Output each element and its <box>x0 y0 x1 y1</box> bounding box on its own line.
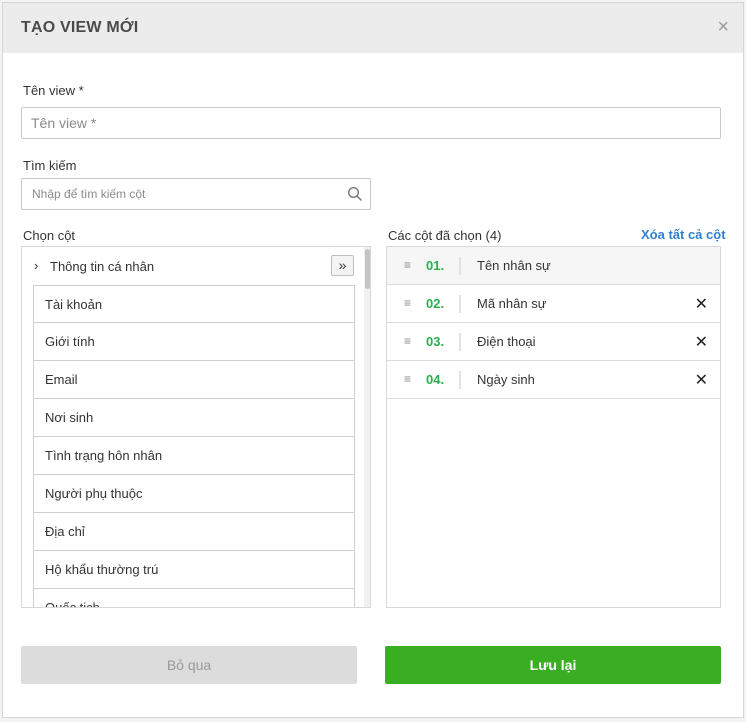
column-item[interactable]: Email <box>33 361 355 399</box>
scrollbar[interactable] <box>364 247 370 607</box>
available-columns-panel: › Thông tin cá nhân » Tài khoản Giới tín… <box>21 246 371 608</box>
choose-columns-label: Chọn cột <box>23 228 76 243</box>
column-item[interactable]: Người phụ thuộc <box>33 475 355 513</box>
add-all-button[interactable]: » <box>331 255 354 276</box>
selected-column-index: 04. <box>426 372 445 387</box>
modal-title: TẠO VIEW MỚI <box>21 19 139 36</box>
available-column-list: Tài khoản Giới tính Email Nơi sinh Tình … <box>33 285 355 607</box>
selected-column-index: 02. <box>426 296 445 311</box>
column-item[interactable]: Nơi sinh <box>33 399 355 437</box>
selected-column-label: Điện thoại <box>477 334 536 349</box>
selected-column-row[interactable]: ≡ 01. Tên nhân sự <box>387 247 720 285</box>
view-name-label: Tên view * <box>23 83 84 98</box>
column-item[interactable]: Tình trạng hôn nhân <box>33 437 355 475</box>
drag-handle-icon[interactable]: ≡ <box>404 297 411 310</box>
column-item[interactable]: Hộ khẩu thường trú <box>33 551 355 589</box>
scrollbar-thumb[interactable] <box>365 249 370 289</box>
selected-column-label: Tên nhân sự <box>477 258 551 273</box>
save-button[interactable]: Lưu lại <box>385 646 721 684</box>
drag-handle-icon[interactable]: ≡ <box>404 373 411 386</box>
group-label: Thông tin cá nhân <box>50 259 155 274</box>
divider <box>459 295 461 313</box>
selected-column-index: 01. <box>426 258 445 273</box>
search-label: Tìm kiếm <box>23 158 77 173</box>
divider <box>459 371 461 389</box>
selected-column-row[interactable]: ≡ 02. Mã nhân sự ✕ <box>387 285 720 323</box>
selected-columns-panel: ≡ 01. Tên nhân sự ≡ 02. Mã nhân sự ✕ ≡ 0… <box>386 246 721 608</box>
selected-column-label: Ngày sinh <box>477 372 535 387</box>
chevron-right-icon[interactable]: › <box>34 258 38 273</box>
selected-column-index: 03. <box>426 334 445 349</box>
column-item[interactable]: Giới tính <box>33 323 355 361</box>
view-name-input[interactable] <box>21 107 721 139</box>
remove-column-icon[interactable]: ✕ <box>695 332 708 352</box>
modal-header: TẠO VIEW MỚI × <box>3 3 743 53</box>
column-item[interactable]: Địa chỉ <box>33 513 355 551</box>
selected-column-row[interactable]: ≡ 03. Điện thoại ✕ <box>387 323 720 361</box>
drag-handle-icon[interactable]: ≡ <box>404 335 411 348</box>
remove-column-icon[interactable]: ✕ <box>695 294 708 314</box>
column-item[interactable]: Quốc tịch <box>33 589 355 607</box>
selected-columns-label: Các cột đã chọn (4) <box>388 228 502 243</box>
selected-column-label: Mã nhân sự <box>477 296 547 311</box>
search-input[interactable] <box>21 178 371 210</box>
group-header[interactable]: › Thông tin cá nhân » <box>22 247 362 285</box>
cancel-button[interactable]: Bỏ qua <box>21 646 357 684</box>
column-item[interactable]: Tài khoản <box>33 285 355 323</box>
close-icon[interactable]: × <box>717 15 729 39</box>
search-icon[interactable] <box>347 186 363 202</box>
drag-handle-icon[interactable]: ≡ <box>404 259 411 272</box>
remove-column-icon[interactable]: ✕ <box>695 370 708 390</box>
divider <box>459 257 461 275</box>
clear-all-columns-link[interactable]: Xóa tất cả cột <box>641 227 726 242</box>
selected-column-row[interactable]: ≡ 04. Ngày sinh ✕ <box>387 361 720 399</box>
divider <box>459 333 461 351</box>
